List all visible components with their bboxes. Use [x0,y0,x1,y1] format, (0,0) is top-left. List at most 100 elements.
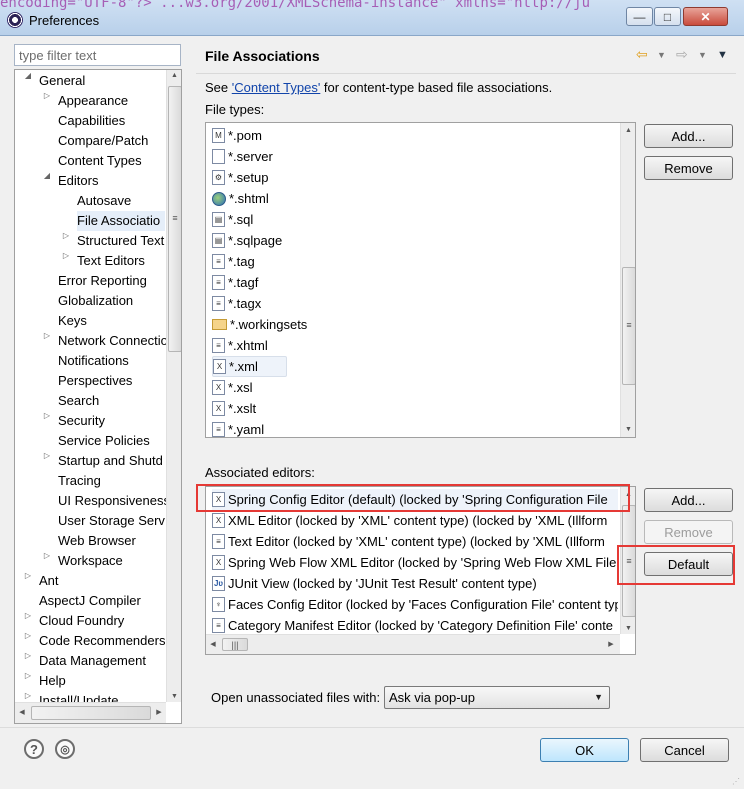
file-type-row[interactable]: X *.xml [212,356,287,377]
remove-editor-button[interactable]: Remove [644,520,733,544]
tree-item[interactable]: Structured Text [77,231,164,251]
scroll-down-arrow-icon[interactable]: ▼ [621,426,635,433]
scroll-down-arrow-icon[interactable]: ▼ [167,693,181,700]
file-type-row[interactable]: ⚙ *.setup [212,167,268,188]
editor-row[interactable]: X XML Editor (locked by 'XML' content typ… [212,510,618,531]
view-menu-icon[interactable]: ▼ [717,49,728,61]
tree-item[interactable]: Web Browser [58,531,136,551]
tree-expanded-icon[interactable]: ◢ [23,71,33,91]
tree-item[interactable]: Search [58,391,99,411]
tree-item[interactable]: Perspectives [58,371,132,391]
editors-hscroll-thumb[interactable]: ||| [222,638,248,651]
tree-item[interactable]: Ant [39,571,59,591]
tree-item[interactable]: UI Responsiveness [58,491,170,511]
resize-grip-icon[interactable]: ⋰ [732,777,742,787]
import-export-icon[interactable]: ◎ [55,739,75,759]
preference-tree[interactable]: ◢ General ▷ Appearance Capabilities Compare/P… [14,69,182,724]
tree-collapsed-icon[interactable]: ▷ [42,411,52,431]
open-unassociated-select[interactable]: Ask via pop-up ▼ [384,686,610,709]
file-type-row[interactable]: *.shtml [212,188,269,209]
filter-input[interactable] [14,44,181,66]
tree-item[interactable]: Code Recommenders [39,631,165,651]
tree-item[interactable]: Help [39,671,66,691]
tree-item[interactable]: General [39,71,85,91]
tree-collapsed-icon[interactable]: ▷ [42,91,52,111]
scroll-up-arrow-icon[interactable]: ▲ [621,127,635,134]
tree-item[interactable]: Service Policies [58,431,150,451]
tree-item[interactable]: Content Types [58,151,142,171]
tree-item[interactable]: Autosave [77,191,131,211]
file-types-scrollbar[interactable]: ▲ ≡ ▼ [620,123,635,437]
tree-item[interactable]: AspectJ Compiler [39,591,141,611]
tree-item[interactable]: Notifications [58,351,129,371]
file-type-row[interactable]: ≡ *.xhtml [212,335,268,356]
tree-item[interactable]: Cloud Foundry [39,611,124,631]
back-arrow-icon[interactable]: ⇦ [636,46,648,63]
file-type-row[interactable]: X *.xslt [212,398,256,419]
tree-scroll-thumb[interactable]: ≡ [168,86,181,352]
editor-row[interactable]: ≡ Text Editor (locked by 'XML' content ty… [212,531,618,552]
tree-vertical-scrollbar[interactable]: ▲ ≡ ▼ [166,70,181,702]
tree-item[interactable]: Security [58,411,105,431]
add-editor-button[interactable]: Add... [644,488,733,512]
tree-item[interactable]: Tracing [58,471,101,491]
tree-collapsed-icon[interactable]: ▷ [42,551,52,571]
file-type-row[interactable]: ≡ *.yaml [212,419,264,437]
file-type-row[interactable]: *.workingsets [212,314,307,335]
add-file-type-button[interactable]: Add... [644,124,733,148]
maximize-button[interactable]: □ [654,7,681,26]
tree-item[interactable]: Startup and Shutd [58,451,163,471]
tree-item[interactable]: Compare/Patch [58,131,148,151]
tree-item[interactable]: Data Management [39,651,146,671]
tree-item[interactable]: Error Reporting [58,271,147,291]
scroll-left-arrow-icon[interactable]: ◀ [208,640,218,648]
scroll-down-arrow-icon[interactable]: ▼ [621,625,635,632]
minimize-button[interactable]: — [626,7,653,26]
back-dropdown-icon[interactable]: ▼ [657,50,666,60]
tree-collapsed-icon[interactable]: ▷ [23,651,33,671]
remove-file-type-button[interactable]: Remove [644,156,733,180]
tree-collapsed-icon[interactable]: ▷ [23,571,33,591]
tree-collapsed-icon[interactable]: ▷ [61,231,71,251]
close-button[interactable]: ✕ [683,7,728,26]
scroll-right-arrow-icon[interactable]: ▶ [154,708,164,716]
file-type-row[interactable]: ≡ *.tagf [212,272,258,293]
editor-row[interactable]: Jʋ JUnit View (locked by 'JUnit Test Resu… [212,573,618,594]
tree-hscroll-thumb[interactable] [31,706,151,720]
tree-collapsed-icon[interactable]: ▷ [23,671,33,691]
tree-expanded-icon[interactable]: ◢ [42,171,52,191]
tree-item[interactable]: Globalization [58,291,133,311]
file-type-row[interactable]: ▤ *.sqlpage [212,230,282,251]
scroll-right-arrow-icon[interactable]: ▶ [606,640,616,648]
scroll-up-arrow-icon[interactable]: ▲ [167,72,181,79]
tree-item[interactable]: Capabilities [58,111,125,131]
editor-row[interactable]: ≡ Category Manifest Editor (locked by 'Ca… [212,615,618,636]
tree-item[interactable]: Appearance [58,91,128,111]
file-type-row[interactable]: ≡ *.tagx [212,293,261,314]
editor-row[interactable]: ♆ Faces Config Editor (locked by 'Faces C… [212,594,618,615]
forward-arrow-icon[interactable]: ⇨ [676,46,688,63]
content-types-link[interactable]: 'Content Types' [232,80,321,95]
tree-item[interactable]: File Associatio [77,211,165,231]
tree-collapsed-icon[interactable]: ▷ [23,611,33,631]
file-types-list[interactable]: M *.pom *.server ⚙ *.setup *.shtml ▤ *.sql ▤ *.sq… [205,122,636,438]
tree-collapsed-icon[interactable]: ▷ [23,631,33,651]
editors-horizontal-scrollbar[interactable]: ◀ ||| ▶ [206,634,620,654]
scroll-left-arrow-icon[interactable]: ◀ [17,708,27,716]
editor-row[interactable]: X Spring Web Flow XML Editor (locked by '… [212,552,618,573]
tree-collapsed-icon[interactable]: ▷ [42,331,52,351]
tree-collapsed-icon[interactable]: ▷ [61,251,71,271]
cancel-button[interactable]: Cancel [640,738,729,762]
tree-item[interactable]: Text Editors [77,251,145,271]
tree-item[interactable]: Editors [58,171,98,191]
ok-button[interactable]: OK [540,738,629,762]
tree-item[interactable]: Keys [58,311,87,331]
tree-horizontal-scrollbar[interactable]: ◀ ▶ [15,702,166,723]
forward-dropdown-icon[interactable]: ▼ [698,50,707,60]
tree-item[interactable]: Workspace [58,551,123,571]
file-type-row[interactable]: ≡ *.tag [212,251,255,272]
file-type-row[interactable]: X *.xsl [212,377,253,398]
file-type-row[interactable]: *.server [212,146,273,167]
help-icon[interactable]: ? [24,739,44,759]
file-type-row[interactable]: ▤ *.sql [212,209,253,230]
